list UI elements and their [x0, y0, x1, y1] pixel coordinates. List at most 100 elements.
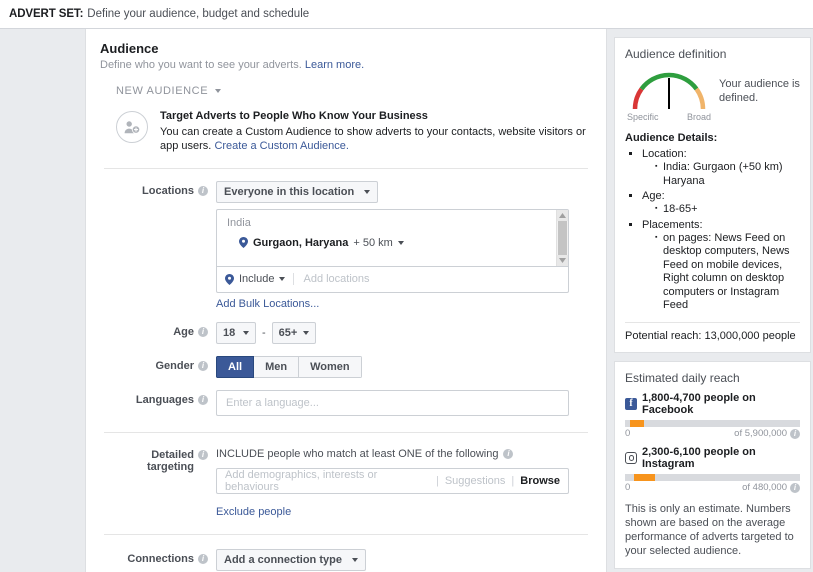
info-icon[interactable]: i: [198, 326, 208, 337]
age-separator: -: [262, 326, 266, 339]
connections-label: Connections: [127, 552, 194, 565]
gauge-labels: Specific Broad: [625, 112, 713, 122]
info-icon[interactable]: i: [198, 185, 208, 196]
page-subtitle: Define who you want to see your adverts.…: [100, 59, 606, 71]
new-audience-dropdown[interactable]: NEW AUDIENCE: [116, 85, 222, 97]
custom-audience-icon: [116, 111, 148, 143]
map-pin-icon: [225, 273, 234, 285]
gender-label: Gender: [155, 359, 194, 372]
exclude-people-link[interactable]: Exclude people: [216, 506, 291, 518]
info-icon[interactable]: i: [790, 482, 800, 493]
info-icon[interactable]: i: [503, 449, 514, 459]
age-field: 18 - 65+: [216, 321, 588, 344]
detail-item: Location: India: Gurgaon (+50 km) Haryan…: [642, 147, 800, 188]
reach-item-facebook: f 1,800-4,700 people on Facebook 0 of 5,…: [625, 392, 800, 439]
detailed-targeting-field: INCLUDE people who match at least ONE of…: [216, 445, 588, 518]
reach-bar-max: of 480,000: [742, 481, 787, 493]
gender-option-all[interactable]: All: [216, 355, 255, 378]
locations-scrollbar[interactable]: [556, 209, 568, 266]
include-value: Include: [239, 273, 275, 285]
info-icon[interactable]: i: [198, 394, 208, 405]
gender-option-women[interactable]: Women: [299, 355, 362, 378]
audience-definition-title: Audience definition: [625, 47, 727, 61]
promo-heading: Target Adverts to People Who Know Your B…: [160, 110, 428, 122]
info-icon[interactable]: i: [198, 449, 208, 460]
detailed-targeting-placeholder: Add demographics, interests or behaviour…: [225, 468, 378, 493]
locations-label-group: Locations i: [104, 181, 216, 310]
gender-toggle-group: All Men Women: [216, 355, 362, 378]
chevron-down-icon: [364, 189, 371, 194]
separator: |: [435, 474, 439, 487]
add-bulk-locations-link[interactable]: Add Bulk Locations...: [216, 298, 588, 310]
chevron-down-icon: [351, 557, 358, 562]
detail-sublist: on pages: News Feed on desktop computers…: [642, 231, 800, 313]
mid-gutter: [607, 29, 614, 572]
locations-label: Locations: [142, 184, 194, 197]
header-label: ADVERT SET:: [9, 8, 84, 20]
age-min-dropdown[interactable]: 18: [216, 321, 256, 344]
chevron-down-icon: [243, 330, 249, 335]
page-header: ADVERT SET: Define your audience, budget…: [0, 0, 813, 29]
detail-label: Age:: [642, 190, 665, 202]
detailed-targeting-input[interactable]: Add demographics, interests or behaviour…: [216, 467, 569, 494]
detailed-targeting-row: Detailed targeting i INCLUDE people who …: [86, 433, 606, 518]
separator: |: [511, 474, 515, 487]
page-body: Audience Define who you want to see your…: [0, 29, 813, 572]
age-row: Age i 18 - 65+: [86, 310, 606, 344]
location-scope-dropdown[interactable]: Everyone in this location: [216, 180, 379, 203]
age-max-dropdown[interactable]: 65+: [271, 321, 317, 344]
include-dropdown[interactable]: Include: [225, 273, 295, 285]
create-custom-audience-link[interactable]: Create a Custom Audience.: [214, 140, 349, 152]
reach-text: 1,800-4,700 people on Facebook: [642, 391, 756, 416]
custom-audience-promo: Target Adverts to People Who Know Your B…: [116, 109, 588, 168]
location-add-row: Include Add locations: [217, 267, 568, 292]
estimated-reach-title: Estimated daily reach: [625, 370, 740, 385]
gender-option-men[interactable]: Men: [254, 355, 300, 378]
location-radius-dropdown[interactable]: + 50 km: [353, 237, 404, 249]
connection-type-dropdown[interactable]: Add a connection type: [216, 548, 366, 571]
map-pin-icon: [239, 237, 248, 248]
languages-field: Enter a language...: [216, 389, 588, 416]
reach-head: 2,300-6,100 people on Instagram: [625, 446, 800, 470]
reach-text: 2,300-6,100 people on Instagram: [642, 445, 756, 470]
potential-reach: Potential reach: 13,000,000 people: [625, 329, 796, 342]
audience-details-list: Location: India: Gurgaon (+50 km) Haryan…: [625, 147, 800, 313]
languages-label-group: Languages i: [104, 390, 216, 416]
locations-list: India Gurgaon, Haryana + 50 km: [217, 209, 568, 267]
scroll-up-icon[interactable]: [557, 209, 568, 221]
locations-field: Everyone in this location India Gurgaon,…: [216, 180, 588, 310]
browse-button[interactable]: Browse: [520, 475, 560, 487]
audience-form-panel: Audience Define who you want to see your…: [85, 29, 607, 572]
location-entry-name: Gurgaon, Haryana: [253, 236, 349, 249]
learn-more-link[interactable]: Learn more.: [305, 59, 364, 71]
detail-label: Placements:: [642, 218, 703, 231]
audience-definition-card: Audience definition Specific Broad Your …: [614, 37, 811, 353]
add-locations-input[interactable]: Add locations: [294, 273, 369, 285]
chevron-down-icon: [303, 330, 310, 335]
location-entry[interactable]: Gurgaon, Haryana + 50 km: [239, 237, 558, 249]
languages-input[interactable]: Enter a language...: [216, 389, 569, 416]
scrollbar-thumb[interactable]: [558, 220, 567, 255]
new-audience-label: NEW AUDIENCE: [116, 85, 209, 97]
info-icon[interactable]: i: [198, 360, 208, 371]
detail-value: 18-65+: [655, 202, 800, 217]
info-icon[interactable]: i: [790, 428, 800, 439]
reach-bar-track: [625, 473, 800, 481]
detail-item: Placements: on pages: News Feed on deskt…: [642, 218, 800, 313]
suggestions-button[interactable]: Suggestions: [445, 475, 506, 487]
gender-field: All Men Women: [216, 355, 588, 378]
age-max-value: 65+: [278, 326, 298, 339]
reach-item-instagram: 2,300-6,100 people on Instagram 0 of 480…: [625, 446, 800, 493]
audience-gauge: Specific Broad: [625, 65, 713, 122]
chevron-down-icon: [215, 89, 222, 93]
connections-field: Add a connection type: [216, 548, 588, 571]
detailed-targeting-instruction: INCLUDE people who match at least ONE of…: [216, 447, 499, 460]
audience-details-title: Audience Details:: [625, 132, 718, 144]
reach-bar-fill: [633, 473, 655, 481]
scroll-down-icon[interactable]: [557, 254, 568, 266]
promo-text: Target Adverts to People Who Know Your B…: [160, 109, 588, 154]
info-icon[interactable]: i: [198, 553, 208, 564]
audience-status-message: Your audience is defined.: [719, 78, 800, 104]
gauge-icon: [632, 72, 706, 110]
reach-bar-fill: [630, 419, 645, 427]
